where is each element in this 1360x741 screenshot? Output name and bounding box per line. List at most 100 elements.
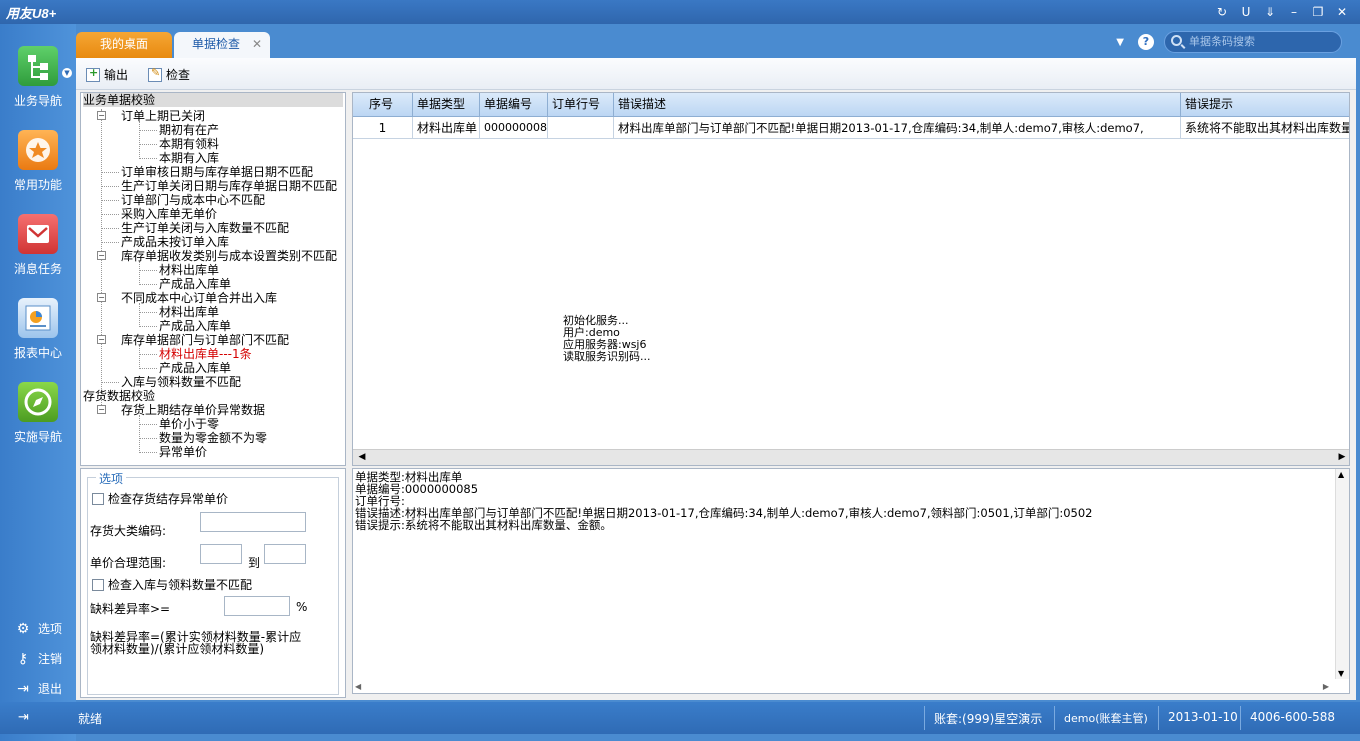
shortage-rate-input[interactable] (224, 596, 290, 616)
horizontal-scrollbar[interactable]: ◀ ▶ (353, 449, 1349, 465)
tree-leaf[interactable]: 期初有在产 (159, 123, 219, 137)
vertical-scrollbar[interactable]: ▲ ▼ (1335, 469, 1349, 679)
collapse-icon[interactable]: − (97, 251, 106, 260)
check-abnormal-price-checkbox[interactable]: 检查存货结存异常单价 (92, 490, 228, 507)
close-window-button[interactable]: ✕ (1330, 2, 1354, 22)
refresh-icon[interactable]: ↻ (1210, 2, 1234, 22)
tree-node[interactable]: 入库与领料数量不匹配 (121, 375, 241, 389)
tree-node[interactable]: 不同成本中心订单合并出入库 (121, 291, 277, 305)
col-header-seq[interactable]: 序号 (353, 93, 413, 117)
nav-options-label: 选项 (38, 622, 63, 636)
scroll-right-icon[interactable]: ▶ (1335, 451, 1349, 464)
tree-leaf[interactable]: 异常单价 (159, 445, 207, 459)
check-label: 检查 (166, 68, 191, 82)
export-button[interactable]: + 输出 (86, 66, 128, 83)
nav-logout-label: 注销 (38, 652, 63, 666)
category-code-input[interactable] (200, 512, 306, 532)
collapse-icon[interactable]: − (97, 405, 106, 414)
tab-my-desktop-label: 我的桌面 (99, 37, 148, 51)
tree-root-inventory[interactable]: 存货数据校验 (83, 389, 155, 403)
barcode-search-input[interactable]: 单据条码搜索 (1164, 31, 1342, 53)
cell-doc-no: 0000000085 (480, 117, 548, 139)
dropdown-menu-icon[interactable]: ⇓ (1258, 2, 1282, 22)
tree-leaf[interactable]: 产成品入库单 (159, 319, 231, 333)
close-tab-icon[interactable]: ✕ (252, 32, 262, 56)
tab-my-desktop[interactable]: 我的桌面 (76, 32, 172, 58)
price-range-from-input[interactable] (200, 544, 242, 564)
tree-leaf[interactable]: 材料出库单 (159, 305, 219, 319)
table-row[interactable]: 1 材料出库单 0000000085 材料出库单部门与订单部门不匹配!单据日期2… (353, 117, 1349, 139)
tree-leaf[interactable]: 数量为零金额不为零 (159, 431, 267, 445)
formula-line-2: 领材料数量)/(累计应领材料数量) (90, 642, 265, 656)
status-user: demo(账套主管) (1064, 712, 1148, 725)
check-button[interactable]: ✎ 检查 (148, 66, 190, 83)
maximize-button[interactable]: ❐ (1306, 2, 1330, 22)
tree-node[interactable]: 库存单据部门与订单部门不匹配 (121, 333, 289, 347)
nav-expand-icon[interactable]: ▼ (62, 68, 72, 78)
nav-logout[interactable]: ⚷ 注销 (14, 650, 62, 667)
price-range-to-input[interactable] (264, 544, 306, 564)
nav-reports[interactable]: 报表中心 (0, 298, 76, 361)
u-icon[interactable]: U (1234, 2, 1258, 22)
tree-leaf[interactable]: 本期有入库 (159, 151, 219, 165)
tree-node[interactable]: 生产订单关闭与入库数量不匹配 (121, 221, 289, 235)
message-mail-icon (18, 214, 58, 254)
error-detail-panel: 单据类型:材料出库单 单据编号:0000000085 订单行号: 错误描述:材料出库单… (352, 468, 1350, 694)
window-controls: ↻ U ⇓ – ❐ ✕ (1210, 2, 1354, 22)
nav-favorites[interactable]: 常用功能 (0, 130, 76, 193)
title-bar: 用友U8+ ↻ U ⇓ – ❐ ✕ (0, 0, 1360, 24)
col-header-error-desc[interactable]: 错误描述 (614, 93, 1181, 117)
col-header-error-tip[interactable]: 错误提示 (1181, 93, 1349, 117)
scroll-up-icon[interactable]: ▲ (1338, 470, 1344, 479)
scroll-right-icon[interactable]: ▶ (1323, 682, 1329, 691)
collapse-icon[interactable]: − (97, 293, 106, 302)
compass-icon (18, 382, 58, 422)
tree-leaf[interactable]: 产成品入库单 (159, 277, 231, 291)
tree-node[interactable]: 生产订单关闭日期与库存单据日期不匹配 (121, 179, 337, 193)
tree-leaf[interactable]: 产成品入库单 (159, 361, 231, 375)
checkbox-box[interactable] (92, 578, 104, 591)
left-navigation: 业务导航 ▼ 常用功能 消息任务 报表中心 实施导航 ⚙ 选项 ⚷ 注销 ⇥ 退出 (0, 24, 76, 741)
tab-document-check[interactable]: 单据检查 ✕ (174, 32, 270, 58)
tree-root-business[interactable]: 业务单据校验 (83, 93, 343, 107)
col-header-order-line[interactable]: 订单行号 (548, 93, 614, 117)
tree-leaf[interactable]: 材料出库单 (159, 263, 219, 277)
minimize-button[interactable]: – (1282, 2, 1306, 22)
tree-node[interactable]: 存货上期结存单价异常数据 (121, 403, 265, 417)
export-icon: + (86, 66, 100, 82)
nav-options[interactable]: ⚙ 选项 (14, 620, 62, 637)
help-icon[interactable]: ? (1138, 34, 1154, 50)
check-quantity-mismatch-checkbox[interactable]: 检查入库与领料数量不匹配 (92, 576, 252, 593)
tree-node[interactable]: 库存单据收发类别与成本设置类别不匹配 (121, 249, 337, 263)
scroll-down-icon[interactable]: ▼ (1338, 669, 1344, 678)
scroll-left-icon[interactable]: ◀ (355, 682, 361, 691)
detail-error-tip: 错误提示:系统将不能取出其材料出库数量、金额。 (355, 518, 612, 532)
nav-messages[interactable]: 消息任务 (0, 214, 76, 277)
tree-node[interactable]: 订单部门与成本中心不匹配 (121, 193, 265, 207)
checkbox-box[interactable] (92, 492, 104, 505)
tree-node[interactable]: 订单上期已关闭 (121, 109, 205, 123)
tree-node[interactable]: 订单审核日期与库存单据日期不匹配 (121, 165, 313, 179)
status-phone: 4006-600-588 (1250, 710, 1336, 724)
tab-list-dropdown-icon[interactable]: ▼ (1116, 37, 1124, 48)
col-header-doc-type[interactable]: 单据类型 (413, 93, 480, 117)
collapse-icon[interactable]: − (97, 111, 106, 120)
nav-exit[interactable]: ⇥ 退出 (14, 680, 62, 697)
tree-node[interactable]: 产成品未按订单入库 (121, 235, 229, 249)
tree-leaf[interactable]: 单价小于零 (159, 417, 219, 431)
toolbar: + 输出 ✎ 检查 (76, 58, 1356, 90)
business-nav-icon (18, 46, 58, 86)
tree-leaf[interactable]: 本期有领料 (159, 137, 219, 151)
check-edit-icon: ✎ (148, 66, 162, 82)
detail-doc-no: 单据编号:0000000085 (355, 482, 479, 496)
nav-implementation[interactable]: 实施导航 (0, 382, 76, 445)
tree-node[interactable]: 采购入库单无单价 (121, 207, 217, 221)
collapse-nav-icon[interactable]: ⇥ (18, 710, 29, 725)
col-header-doc-no[interactable]: 单据编号 (480, 93, 548, 117)
collapse-icon[interactable]: − (97, 335, 106, 344)
cell-error-tip: 系统将不能取出其材料出库数量 (1181, 117, 1349, 139)
scroll-left-icon[interactable]: ◀ (355, 451, 369, 464)
tree-leaf-selected[interactable]: 材料出库单---1条 (159, 347, 252, 361)
category-code-label: 存货大类编码: (90, 524, 167, 538)
nav-reports-label: 报表中心 (13, 346, 62, 360)
